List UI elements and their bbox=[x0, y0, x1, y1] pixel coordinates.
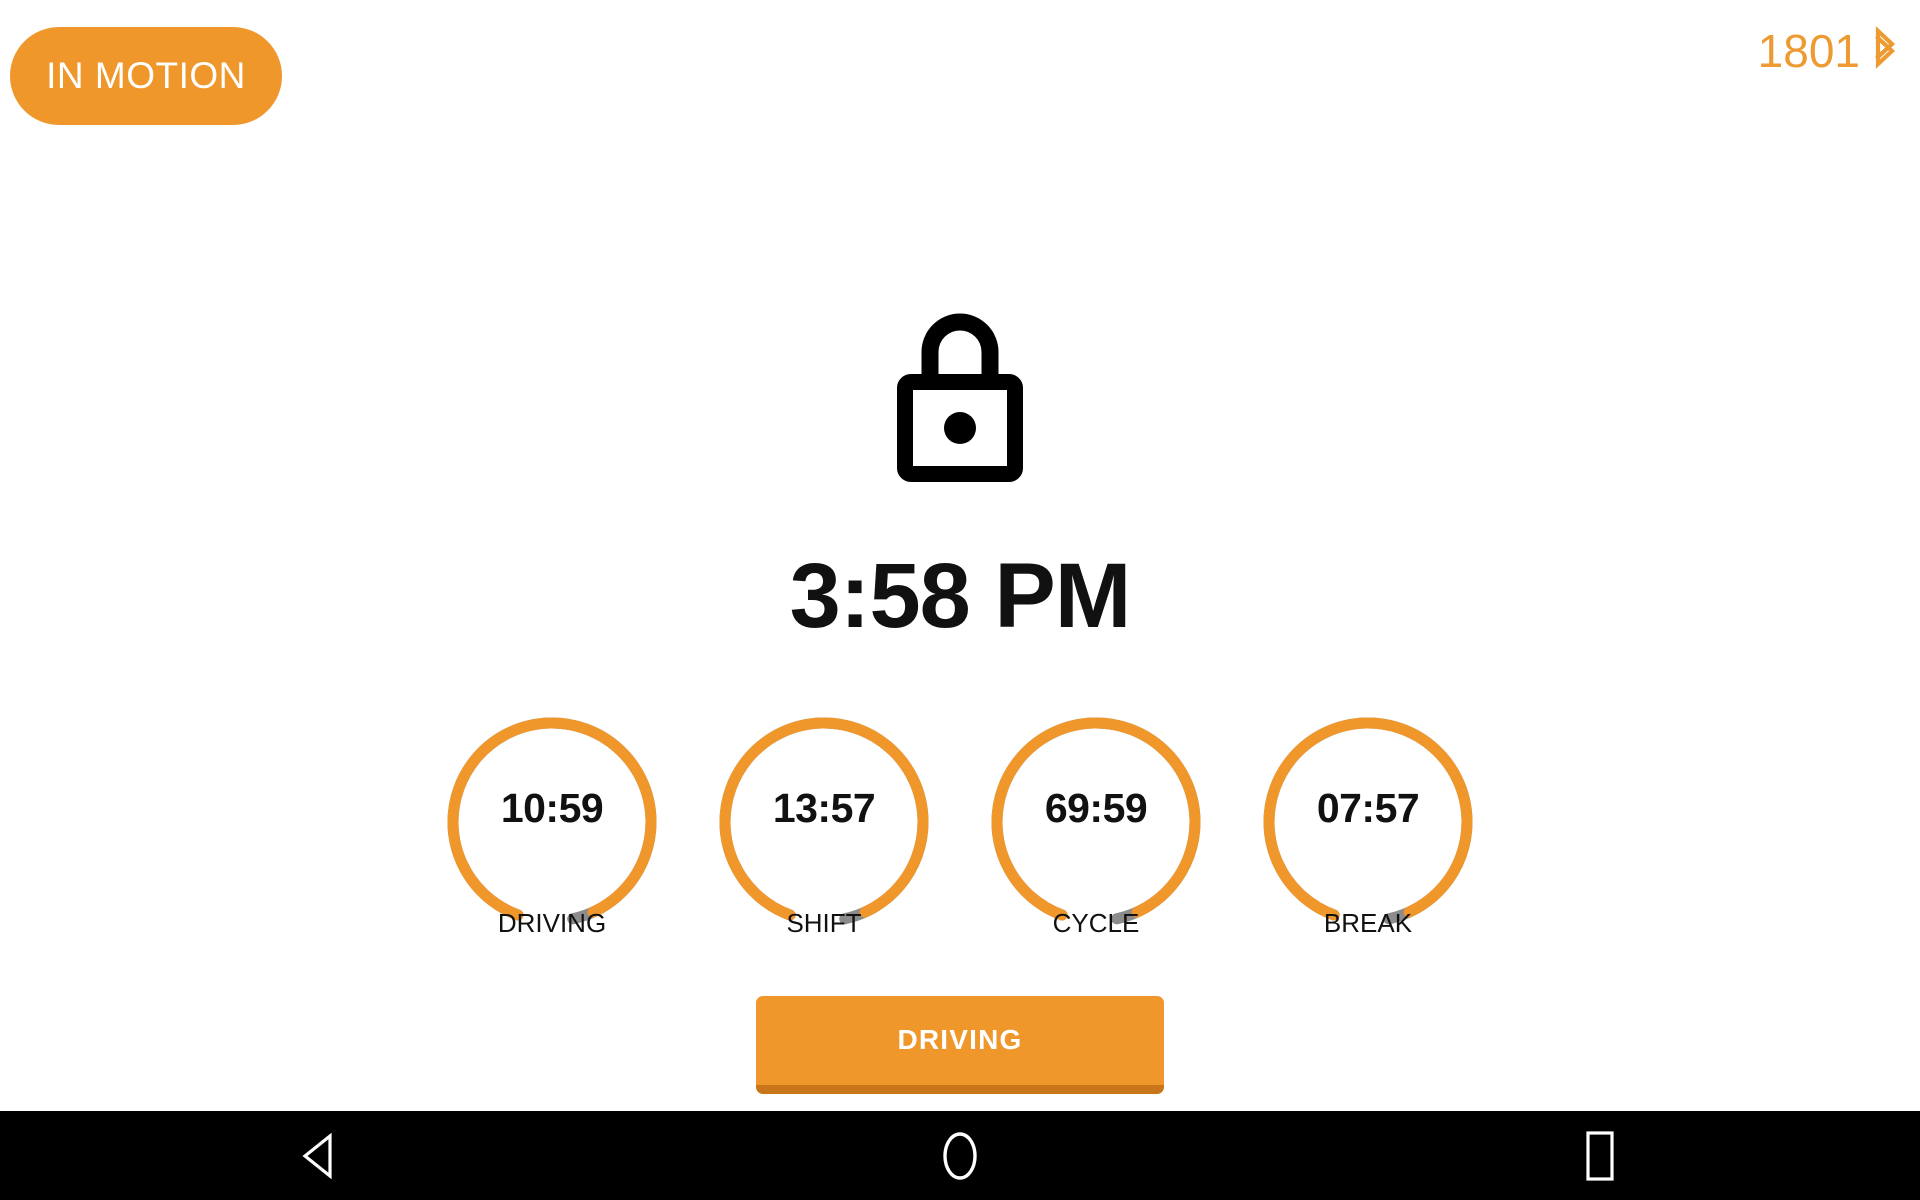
current-time: 3:58 PM bbox=[789, 545, 1132, 647]
hos-timer-driving: 10:59 DRIVING bbox=[444, 714, 660, 960]
nav-back-button[interactable] bbox=[0, 1111, 640, 1200]
cycle-timer-value: 69:59 bbox=[1044, 785, 1148, 831]
hos-timer-group: 10:59 DRIVING 13:57 SHIFT 69:59 CYCLE 07… bbox=[0, 714, 1920, 962]
lock-icon bbox=[894, 306, 1026, 482]
shift-timer-label: SHIFT bbox=[786, 908, 862, 938]
nav-home-button[interactable] bbox=[640, 1111, 1280, 1200]
home-circle-icon bbox=[937, 1129, 983, 1183]
hos-timer-cycle: 69:59 CYCLE bbox=[988, 714, 1204, 960]
recents-square-icon bbox=[1580, 1129, 1620, 1183]
cycle-timer-label: CYCLE bbox=[1052, 908, 1140, 938]
back-triangle-icon bbox=[299, 1132, 341, 1179]
lock-screen-root: IN MOTION 1801 3:58 PM 10:59 DRIVING 13:… bbox=[0, 0, 1920, 1200]
driving-timer-label: DRIVING bbox=[497, 908, 607, 938]
driving-timer-value: 10:59 bbox=[500, 785, 604, 831]
break-timer-label: BREAK bbox=[1323, 908, 1413, 938]
hos-timer-shift: 13:57 SHIFT bbox=[716, 714, 932, 960]
hos-timer-break: 07:57 BREAK bbox=[1260, 714, 1476, 960]
android-navigation-bar bbox=[0, 1111, 1920, 1200]
duty-status-label: DRIVING bbox=[897, 1023, 1023, 1055]
lock-screen-content: 3:58 PM 10:59 DRIVING 13:57 SHIFT 69:59 … bbox=[0, 0, 1920, 1111]
duty-status-button[interactable]: DRIVING bbox=[756, 996, 1164, 1094]
nav-recents-button[interactable] bbox=[1280, 1111, 1920, 1200]
shift-timer-value: 13:57 bbox=[772, 785, 876, 831]
break-timer-value: 07:57 bbox=[1316, 785, 1420, 831]
